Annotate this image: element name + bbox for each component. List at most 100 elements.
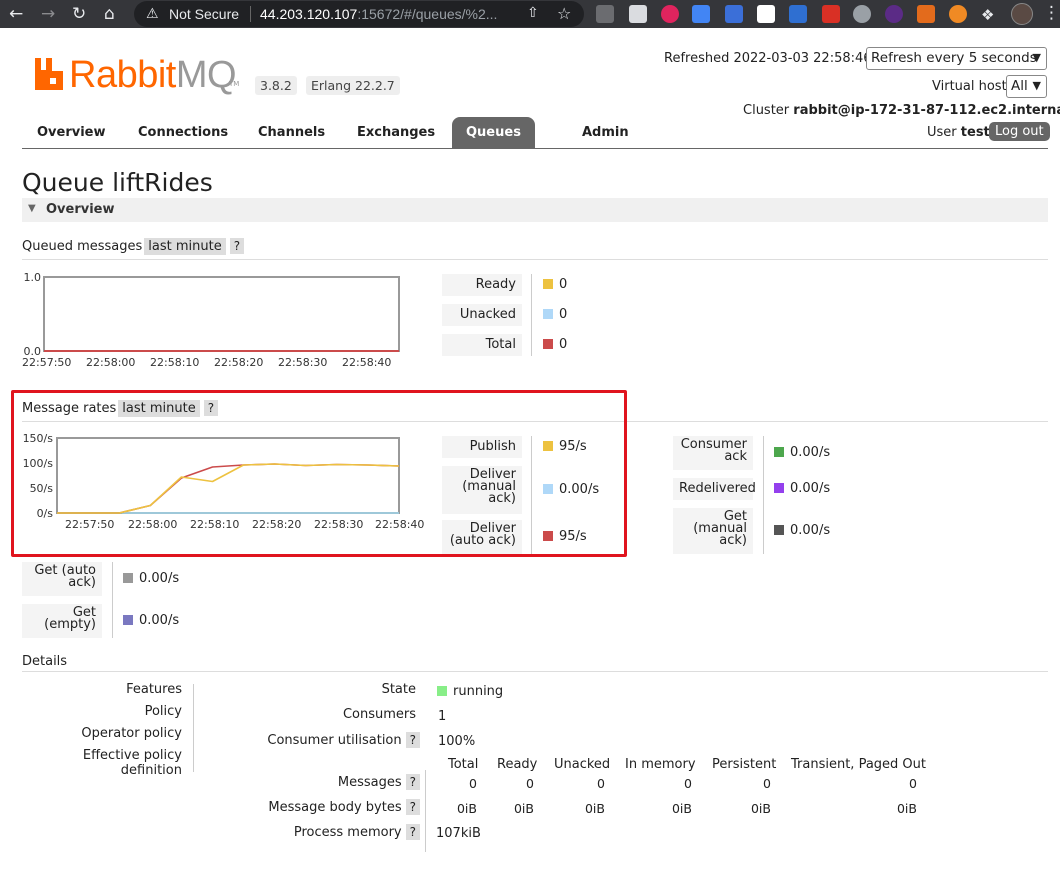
legend-swatch	[123, 615, 133, 625]
extension-icon[interactable]	[885, 5, 903, 23]
consumer-utilisation-value: 100%	[438, 734, 476, 749]
collapse-triangle-icon: ▼	[28, 203, 36, 214]
table-cell: 0	[909, 776, 917, 791]
state-value: running	[437, 684, 503, 699]
chevron-down-icon: ▼	[1032, 51, 1041, 64]
security-label: Not Secure	[169, 6, 240, 22]
legend-label: Ready	[442, 274, 522, 296]
legend-value: 0.00/s	[774, 523, 830, 538]
forward-icon[interactable]: →	[41, 4, 55, 24]
extension-icon[interactable]	[629, 5, 647, 23]
table-cell: 0iB	[584, 801, 605, 816]
legend-label-line: Ready	[475, 277, 516, 292]
erlang-badge: Erlang 22.2.7	[306, 76, 400, 95]
divider	[112, 562, 113, 638]
table-cell: 0	[469, 776, 477, 791]
extension-icon[interactable]	[949, 5, 967, 23]
range-selector[interactable]: last minute	[144, 238, 226, 255]
legend-swatch	[774, 483, 784, 493]
legend-label-line: ack)	[719, 533, 747, 548]
divider	[763, 436, 764, 554]
state-label: State	[381, 682, 416, 697]
legend-swatch	[543, 309, 553, 319]
consumer-utilisation-label: Consumer utilisation?	[230, 732, 420, 748]
y-tick-label: 1.0	[24, 271, 42, 284]
extension-icon[interactable]	[822, 5, 840, 23]
queued-messages-chart: 0.0 1.0 22:57:50 22:58:00 22:58:10 22:58:20 22…	[0, 265, 420, 375]
extension-icon[interactable]	[757, 5, 775, 23]
table-cell: 0iB	[896, 801, 917, 816]
legend-label-line: ack	[724, 449, 747, 464]
legend-label: Get (empty)	[22, 604, 102, 638]
legend-swatch	[543, 339, 553, 349]
tab-connections[interactable]: Connections	[138, 125, 228, 140]
extension-icon[interactable]	[917, 5, 935, 23]
extension-icon[interactable]	[725, 5, 743, 23]
trademark: TM	[229, 80, 240, 88]
table-cell: 0	[597, 776, 605, 791]
legend-value: 0	[543, 307, 567, 322]
chevron-down-icon: ▼	[1032, 79, 1041, 92]
x-tick-label: 22:58:10	[150, 356, 199, 369]
table-cell: 0iB	[456, 801, 477, 816]
highlight-annotation-box	[11, 390, 627, 557]
extension-icon[interactable]	[596, 5, 614, 23]
divider	[193, 684, 194, 772]
status-swatch	[437, 686, 447, 696]
cluster-info: Cluster rabbit@ip-172-31-87-112.ec2.inte…	[743, 103, 1060, 118]
legend-value: 0.00/s	[774, 481, 830, 496]
extension-icon[interactable]	[789, 5, 807, 23]
extension-icon[interactable]	[692, 5, 710, 23]
legend-label-line: ack)	[68, 575, 96, 590]
legend-label: Total	[442, 334, 522, 356]
tab-admin[interactable]: Admin	[582, 125, 629, 140]
x-tick-label: 22:58:40	[342, 356, 391, 369]
menu-icon[interactable]: ⋮	[1043, 3, 1060, 23]
legend-label-line: Total	[485, 337, 516, 352]
table-cell: 0iB	[513, 801, 534, 816]
tab-queues[interactable]: Queues	[452, 117, 535, 148]
queued-messages-heading: Queued messages last minute?	[22, 238, 245, 255]
legend-label: Redelivered	[673, 478, 756, 500]
legend-label: Get (auto ack)	[22, 562, 102, 596]
warning-icon: ⚠	[146, 6, 159, 22]
extension-icon[interactable]	[661, 5, 679, 23]
overview-section-toggle[interactable]: ▼ Overview	[22, 198, 1048, 222]
table-cell: 0	[763, 776, 771, 791]
logo-text: RabbitMQ	[69, 54, 237, 96]
reload-icon[interactable]: ↻	[72, 4, 86, 24]
refresh-interval-select[interactable]: Refresh every 5 seconds ▼	[866, 47, 1047, 70]
tab-exchanges[interactable]: Exchanges	[357, 125, 435, 140]
back-icon[interactable]: ←	[9, 4, 23, 24]
home-icon[interactable]: ⌂	[104, 4, 115, 24]
tab-overview[interactable]: Overview	[37, 125, 106, 140]
help-button[interactable]: ?	[405, 824, 420, 840]
puzzle-icon[interactable]: ❖	[981, 5, 994, 25]
plot-area	[43, 276, 400, 352]
vhost-select[interactable]: All ▼	[1006, 75, 1047, 98]
legend-label-line: Redelivered	[679, 481, 756, 496]
legend-swatch	[774, 447, 784, 457]
tab-channels[interactable]: Channels	[258, 125, 325, 140]
legend-swatch	[123, 573, 133, 583]
help-button[interactable]: ?	[229, 238, 245, 254]
address-bar[interactable]: ⚠ Not Secure 44.203.120.107:15672/#/queu…	[134, 1, 584, 27]
main-nav: Overview Connections Channels Exchanges …	[22, 117, 1048, 149]
legend-label: Unacked	[442, 304, 522, 326]
table-cell: 0	[684, 776, 692, 791]
extension-icon[interactable]	[853, 5, 871, 23]
share-icon[interactable]: ⇧	[527, 5, 539, 21]
avatar[interactable]	[1011, 3, 1033, 25]
column-header: Persistent	[712, 757, 777, 772]
url-text[interactable]: 44.203.120.107:15672/#/queues/%2...	[260, 6, 497, 22]
version-badge: 3.8.2	[255, 76, 297, 95]
details-heading: Details	[22, 654, 68, 669]
legend-value: 0.00/s	[123, 571, 179, 586]
legend-swatch	[774, 525, 784, 535]
rabbit-logo-icon	[35, 58, 63, 90]
bookmark-star-icon[interactable]: ☆	[557, 4, 571, 23]
table-cell: 0	[526, 776, 534, 791]
help-button[interactable]: ?	[405, 732, 420, 748]
legend-value: 0	[543, 337, 567, 352]
operator-policy-label: Operator policy	[81, 726, 182, 741]
